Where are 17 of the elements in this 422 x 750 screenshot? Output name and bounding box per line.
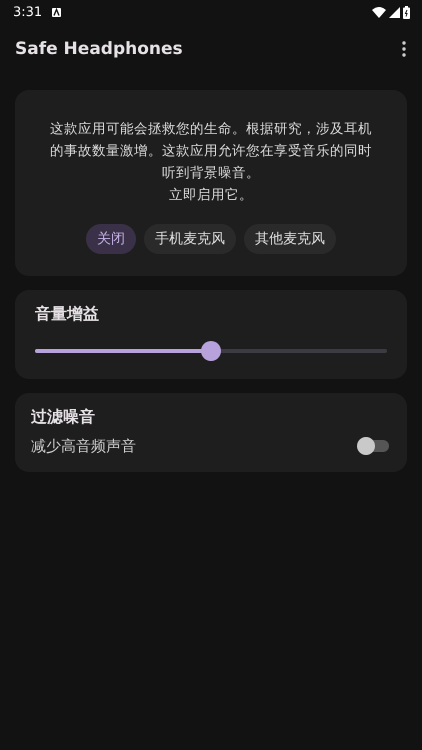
toggle-switch[interactable] [357,436,391,456]
notification-icon [52,8,62,16]
noise-filter-title: 过滤噪音 [31,407,96,428]
volume-slider[interactable] [35,341,387,361]
mode-chip[interactable]: 关闭 [86,224,136,254]
wifi-icon [372,6,386,18]
mode-chip[interactable]: 手机麦克风 [144,224,236,254]
status-time: 3:31 [13,4,42,20]
signal-icon [389,6,400,18]
noise-filter-label: 减少高音频声音 [31,436,136,456]
battery-icon [403,6,410,18]
intro-message: 这款应用可能会拯救您的生命。根据研究，涉及耳机的事故数量激增。这款应用允许您在享受音乐的同时听到背景噪音。 [49,120,373,183]
call-to-action-text: 立即启用它。 [169,186,253,205]
volume-gain-title: 音量增益 [35,304,100,325]
app-title: Safe Headphones [15,39,183,59]
mode-chip[interactable]: 其他麦克风 [244,224,336,254]
slider-thumb[interactable] [201,341,221,361]
